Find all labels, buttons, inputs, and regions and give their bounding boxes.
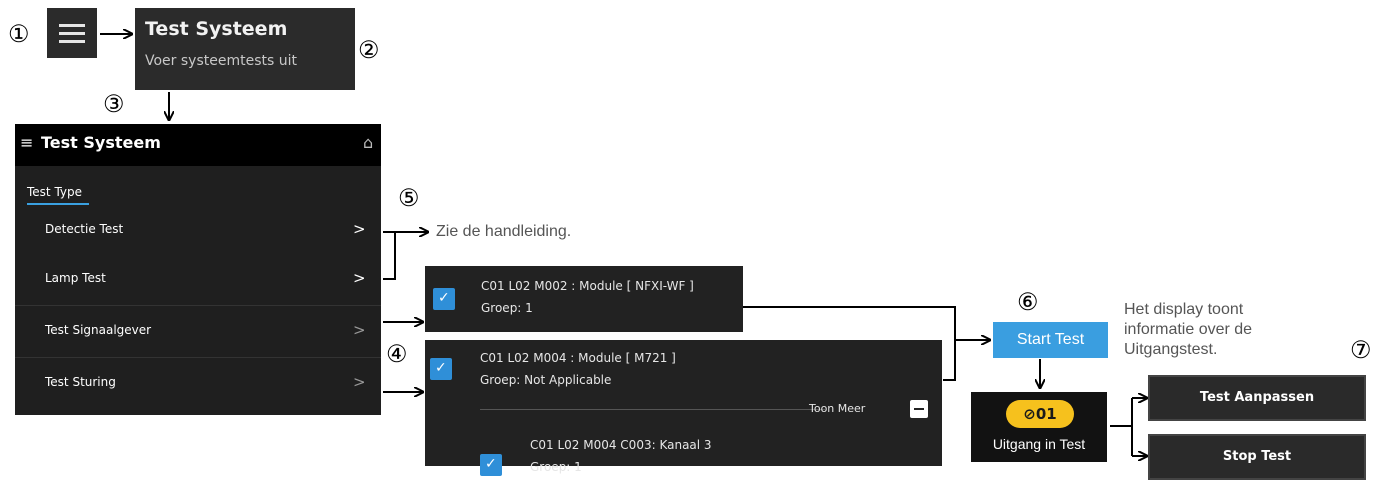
test-adjust-label: Test Aanpassen — [1199, 390, 1315, 405]
display-note-line: Het display toont — [1124, 301, 1244, 318]
start-test-button[interactable]: Start Test — [993, 322, 1108, 358]
display-note-line: informatie over de — [1124, 321, 1253, 338]
chevron-right-icon: > — [353, 321, 366, 339]
list-item-label: Test Signaalgever — [45, 323, 152, 337]
start-test-label: Start Test — [1016, 331, 1085, 348]
list-item-label: Lamp Test — [45, 271, 106, 285]
list-item-test-signaalgever[interactable]: Test Signaalgever > — [15, 307, 381, 357]
marker-1: ① — [8, 20, 30, 48]
home-icon[interactable]: ⌂ — [363, 133, 373, 152]
show-more-link[interactable]: Toon Meer — [809, 402, 865, 415]
status-label: Uitgang in Test — [992, 436, 1086, 452]
display-note-line: Uitgangstest. — [1124, 341, 1218, 358]
chevron-right-icon: > — [353, 269, 366, 287]
divider — [15, 305, 381, 306]
status-badge: ⊘01 — [1006, 400, 1074, 428]
marker-5: ⑤ — [398, 184, 420, 212]
marker-7: ⑦ — [1350, 336, 1372, 364]
list-item-detectie-test[interactable]: Detectie Test > — [15, 206, 381, 256]
test-system-title: Test Systeem — [145, 18, 288, 40]
marker-3: ③ — [103, 90, 125, 118]
module-card-m002: C01 L02 M002 : Module [ NFXI-WF ] Groep:… — [425, 266, 743, 332]
chevron-right-icon: > — [353, 220, 366, 238]
module-title: C01 L02 M002 : Module [ NFXI-WF ] — [481, 279, 694, 293]
stop-test-button[interactable]: Stop Test — [1148, 434, 1366, 480]
test-adjust-button[interactable]: Test Aanpassen — [1148, 375, 1366, 421]
checkbox-m002[interactable] — [433, 288, 455, 310]
marker-6: ⑥ — [1017, 288, 1039, 316]
divider — [15, 357, 381, 358]
show-more-divider — [480, 409, 825, 410]
module-group: Groep: 1 — [481, 301, 533, 315]
list-item-label: Test Sturing — [45, 375, 116, 389]
list-item-test-sturing[interactable]: Test Sturing > — [15, 359, 381, 409]
marker-4: ④ — [386, 340, 408, 368]
channel-group: Groep: 1 — [530, 460, 582, 474]
checkbox-channel-3[interactable] — [480, 454, 502, 476]
chevron-right-icon: > — [353, 373, 366, 391]
checkbox-m004[interactable] — [430, 358, 452, 380]
output-in-test-status[interactable]: ⊘01 Uitgang in Test — [971, 392, 1107, 462]
module-title: C01 L02 M004 : Module [ M721 ] — [480, 351, 676, 365]
test-system-subtitle: Voer systeemtests uit — [145, 53, 297, 69]
tab-test-type[interactable]: Test Type — [27, 185, 82, 199]
channel-title: C01 L02 M004 C003: Kanaal 3 — [530, 438, 712, 452]
module-group: Groep: Not Applicable — [480, 373, 612, 387]
display-note: Het display toont informatie over de Uit… — [1124, 300, 1252, 360]
collapse-icon[interactable] — [910, 400, 928, 418]
stop-test-label: Stop Test — [1222, 449, 1292, 464]
test-system-panel: ≡ Test Systeem ⌂ Test Type Detectie Test… — [15, 124, 381, 415]
panel-title: Test Systeem — [41, 133, 161, 152]
panel-header: ≡ Test Systeem ⌂ — [15, 124, 381, 166]
marker-2: ② — [358, 36, 380, 64]
tab-underline — [27, 203, 89, 205]
manual-note: Zie de handleiding. — [436, 223, 572, 240]
status-count: ⊘01 — [1023, 405, 1057, 423]
module-card-m004: C01 L02 M004 : Module [ M721 ] Groep: No… — [425, 340, 942, 476]
bracket-detection-lamp — [383, 231, 396, 280]
test-system-menu-item[interactable]: Test Systeem Voer systeemtests uit — [135, 8, 355, 90]
menu-button[interactable] — [47, 8, 97, 58]
list-item-label: Detectie Test — [45, 222, 124, 236]
list-item-lamp-test[interactable]: Lamp Test > — [15, 255, 381, 305]
menu-icon[interactable]: ≡ — [20, 133, 33, 152]
